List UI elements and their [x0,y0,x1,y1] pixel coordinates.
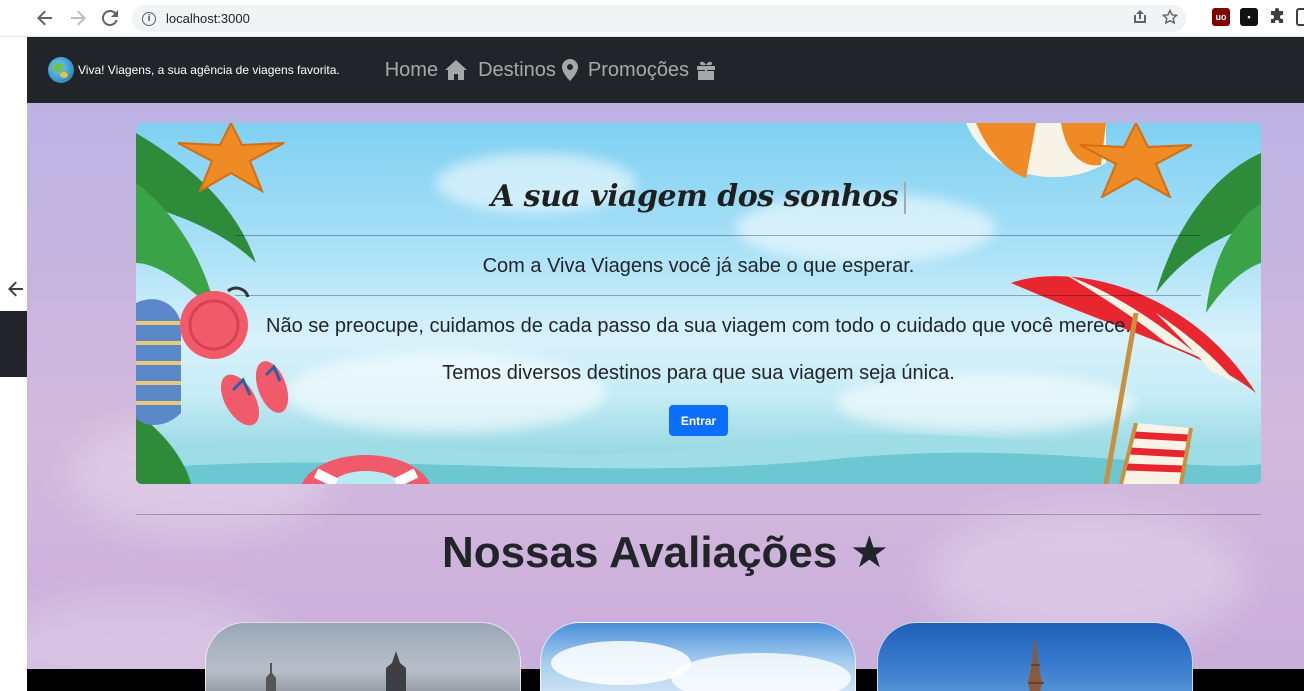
nav-destinos-label: Destinos [478,58,556,81]
hero-divider [235,295,1201,296]
nav-promocoes-label: Promoções [587,58,690,81]
hero-divider [235,235,1201,236]
hero-lead: Com a Viva Viagens você já sabe o que es… [482,255,915,277]
star-icon: ★ [849,527,890,578]
nav-home-label: Home [384,58,439,81]
hero-banner: A sua viagem dos sonhos Com a Viva Viage… [136,123,1261,484]
site-info-icon[interactable]: i [142,11,156,26]
sidepanel-icon[interactable] [1296,8,1304,26]
brand[interactable]: Viva! Viagens, a sua agência de viagens … [48,57,340,83]
back-arrow-icon [8,281,24,302]
forward-arrow-icon[interactable] [66,6,90,30]
back-arrow-icon[interactable] [33,6,57,30]
review-card-sky[interactable] [540,622,856,691]
review-card-paris[interactable] [877,622,1193,691]
background-window [0,37,27,691]
share-icon[interactable] [1132,9,1148,25]
url-text[interactable]: localhost:3000 [166,11,250,26]
london-image [266,651,406,691]
address-bar[interactable]: i localhost:3000 [132,5,1186,32]
globe-logo-icon [48,57,74,83]
beach-chair-icon [1119,423,1193,484]
extension-icon[interactable]: ▪ [1240,8,1258,26]
navbar: Viva! Viagens, a sua agência de viagens … [27,37,1304,103]
nav-promocoes[interactable]: Promoções [588,59,717,82]
entrar-button[interactable]: Entrar [669,405,728,436]
puzzle-extensions-icon[interactable] [1268,8,1286,26]
review-card-london[interactable] [205,622,521,691]
page: Viva! Viagens, a sua agência de viagens … [27,37,1304,691]
location-pin-icon [561,59,578,81]
home-icon [445,60,468,80]
background-window-navbar [0,311,27,377]
bookmark-star-icon[interactable] [1162,9,1178,25]
hero-title: A sua viagem dos sonhos [136,179,1261,214]
reload-icon[interactable] [98,6,122,30]
typing-caret [904,182,907,214]
reviews-title: Nossas Avaliações ★ [27,527,1304,578]
ublock-extension-icon[interactable]: uo [1212,8,1230,26]
hero-paragraph-2: Temos diversos destinos para que sua via… [442,362,955,384]
nav-destinos[interactable]: Destinos [478,59,578,82]
browser-toolbar: i localhost:3000 uo ▪ [0,0,1304,37]
brand-text: Viva! Viagens, a sua agência de viagens … [78,63,340,77]
clouds-image [551,641,851,691]
nav-home[interactable]: Home [385,59,468,82]
nav-menu: Home Destinos Promoções [385,59,717,82]
hero-paragraph-1: Não se preocupe, cuidamos de cada passo … [266,315,1131,337]
hero-title-text: A sua viagem dos sonhos [490,179,899,214]
life-ring-icon [301,455,431,484]
eiffel-tower-image [1028,638,1044,691]
reviews-title-text: Nossas Avaliações [441,528,838,577]
gift-icon [697,61,716,80]
section-divider [136,514,1261,515]
